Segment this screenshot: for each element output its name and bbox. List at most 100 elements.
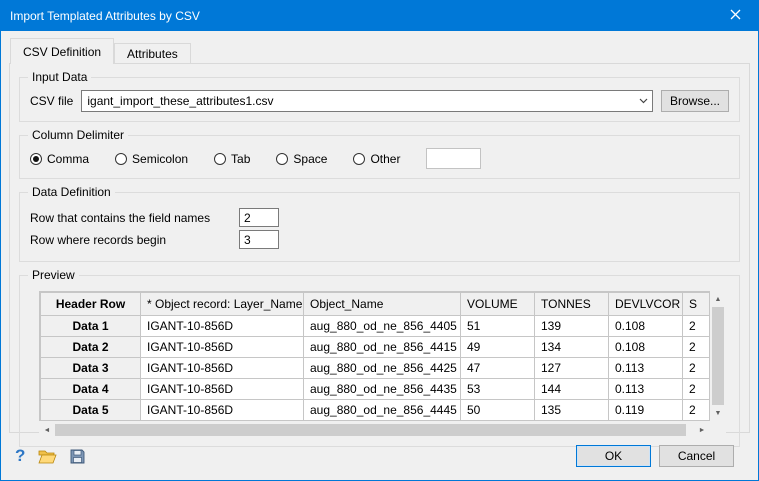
csv-file-combobox[interactable] [81, 90, 653, 112]
column-delimiter-group: Column Delimiter Comma Semicolon Tab Spa… [19, 135, 740, 179]
help-icon[interactable]: ? [15, 446, 25, 466]
radio-space-label: Space [293, 152, 327, 166]
radio-semicolon-label: Semicolon [132, 152, 188, 166]
scroll-up-icon[interactable]: ▲ [710, 291, 726, 307]
table-cell: 2 [683, 358, 711, 379]
table-cell: 50 [461, 400, 535, 421]
data-definition-group: Data Definition Row that contains the fi… [19, 192, 740, 262]
column-header: Object_Name [304, 293, 461, 316]
table-cell: 0.108 [609, 316, 683, 337]
table-row: Data 3 IGANT-10-856D aug_880_od_ne_856_4… [41, 358, 711, 379]
radio-comma[interactable]: Comma [30, 152, 89, 166]
table-row: Data 1 IGANT-10-856D aug_880_od_ne_856_4… [41, 316, 711, 337]
table-cell: 53 [461, 379, 535, 400]
data-definition-group-label: Data Definition [28, 185, 115, 199]
table-cell: aug_880_od_ne_856_4405 [304, 316, 461, 337]
dialog-footer: ? OK Cancel [1, 432, 758, 480]
table-row: Data 2 IGANT-10-856D aug_880_od_ne_856_4… [41, 337, 711, 358]
column-header: VOLUME [461, 293, 535, 316]
vertical-scrollbar[interactable]: ▲ ▼ [710, 291, 726, 421]
table-cell: 47 [461, 358, 535, 379]
table-cell: 2 [683, 337, 711, 358]
table-cell: 0.119 [609, 400, 683, 421]
vertical-scrollbar-thumb[interactable] [712, 307, 724, 405]
close-button[interactable] [713, 1, 758, 31]
table-cell: 144 [535, 379, 609, 400]
radio-other-circle-icon [353, 153, 365, 165]
table-cell: IGANT-10-856D [141, 337, 304, 358]
tab-attributes[interactable]: Attributes [114, 43, 191, 63]
table-cell: IGANT-10-856D [141, 379, 304, 400]
table-cell: aug_880_od_ne_856_4435 [304, 379, 461, 400]
radio-tab-circle-icon [214, 153, 226, 165]
browse-button[interactable]: Browse... [661, 90, 729, 112]
radio-comma-label: Comma [47, 152, 89, 166]
window-title: Import Templated Attributes by CSV [1, 9, 713, 23]
radio-space[interactable]: Space [276, 152, 327, 166]
csv-file-label: CSV file [30, 94, 73, 108]
table-row: Data 5 IGANT-10-856D aug_880_od_ne_856_4… [41, 400, 711, 421]
open-folder-icon[interactable] [38, 449, 57, 464]
other-delimiter-input[interactable] [426, 148, 481, 169]
input-data-group-label: Input Data [28, 70, 91, 84]
table-header-row: Header Row * Object record: Layer_Name O… [41, 293, 711, 316]
table-cell: aug_880_od_ne_856_4415 [304, 337, 461, 358]
preview-group-label: Preview [28, 268, 79, 282]
table-cell: 51 [461, 316, 535, 337]
column-header: * Object record: Layer_Name [141, 293, 304, 316]
radio-tab-label: Tab [231, 152, 250, 166]
column-header: TONNES [535, 293, 609, 316]
radio-other-label: Other [370, 152, 400, 166]
row-label: Data 4 [41, 379, 141, 400]
column-header: Header Row [41, 293, 141, 316]
field-names-row-label: Row that contains the field names [30, 211, 239, 225]
table-cell: 0.113 [609, 358, 683, 379]
titlebar[interactable]: Import Templated Attributes by CSV [1, 1, 758, 31]
table-cell: 49 [461, 337, 535, 358]
table-cell: IGANT-10-856D [141, 400, 304, 421]
radio-other[interactable]: Other [353, 152, 400, 166]
table-cell: 2 [683, 400, 711, 421]
table-cell: 2 [683, 316, 711, 337]
ok-button[interactable]: OK [576, 445, 651, 467]
table-row: Data 4 IGANT-10-856D aug_880_od_ne_856_4… [41, 379, 711, 400]
radio-semicolon[interactable]: Semicolon [115, 152, 188, 166]
field-names-row-input[interactable] [239, 208, 279, 227]
radio-tab[interactable]: Tab [214, 152, 250, 166]
table-cell: 2 [683, 379, 711, 400]
table-cell: IGANT-10-856D [141, 316, 304, 337]
row-label: Data 1 [41, 316, 141, 337]
tab-panel: Input Data CSV file Browse... Column Del… [9, 63, 750, 433]
radio-space-circle-icon [276, 153, 288, 165]
table-cell: 0.113 [609, 379, 683, 400]
csv-file-input[interactable] [82, 91, 635, 111]
scroll-down-icon[interactable]: ▼ [710, 405, 726, 421]
table-cell: 127 [535, 358, 609, 379]
column-delimiter-group-label: Column Delimiter [28, 128, 128, 142]
tab-csv-definition[interactable]: CSV Definition [10, 38, 114, 64]
tab-bar: CSV Definition Attributes [10, 38, 191, 64]
table-cell: 139 [535, 316, 609, 337]
cancel-button[interactable]: Cancel [659, 445, 734, 467]
save-icon[interactable] [70, 449, 85, 464]
table-cell: aug_880_od_ne_856_4445 [304, 400, 461, 421]
table-cell: 0.108 [609, 337, 683, 358]
radio-comma-circle-icon [30, 153, 42, 165]
row-label: Data 5 [41, 400, 141, 421]
table-cell: IGANT-10-856D [141, 358, 304, 379]
column-header: DEVLVCOR [609, 293, 683, 316]
close-icon [730, 9, 741, 23]
table-cell: 134 [535, 337, 609, 358]
row-label: Data 2 [41, 337, 141, 358]
preview-table-area: Header Row * Object record: Layer_Name O… [39, 291, 729, 437]
records-begin-row-input[interactable] [239, 230, 279, 249]
records-begin-row-label: Row where records begin [30, 233, 239, 247]
radio-semicolon-circle-icon [115, 153, 127, 165]
preview-group: Preview Header Row * Object record: Laye… [19, 275, 740, 447]
import-templated-attributes-dialog: Import Templated Attributes by CSV CSV D… [0, 0, 759, 481]
column-header: S [683, 293, 711, 316]
table-cell: aug_880_od_ne_856_4425 [304, 358, 461, 379]
row-label: Data 3 [41, 358, 141, 379]
chevron-down-icon[interactable] [635, 98, 652, 104]
input-data-group: Input Data CSV file Browse... [19, 77, 740, 122]
